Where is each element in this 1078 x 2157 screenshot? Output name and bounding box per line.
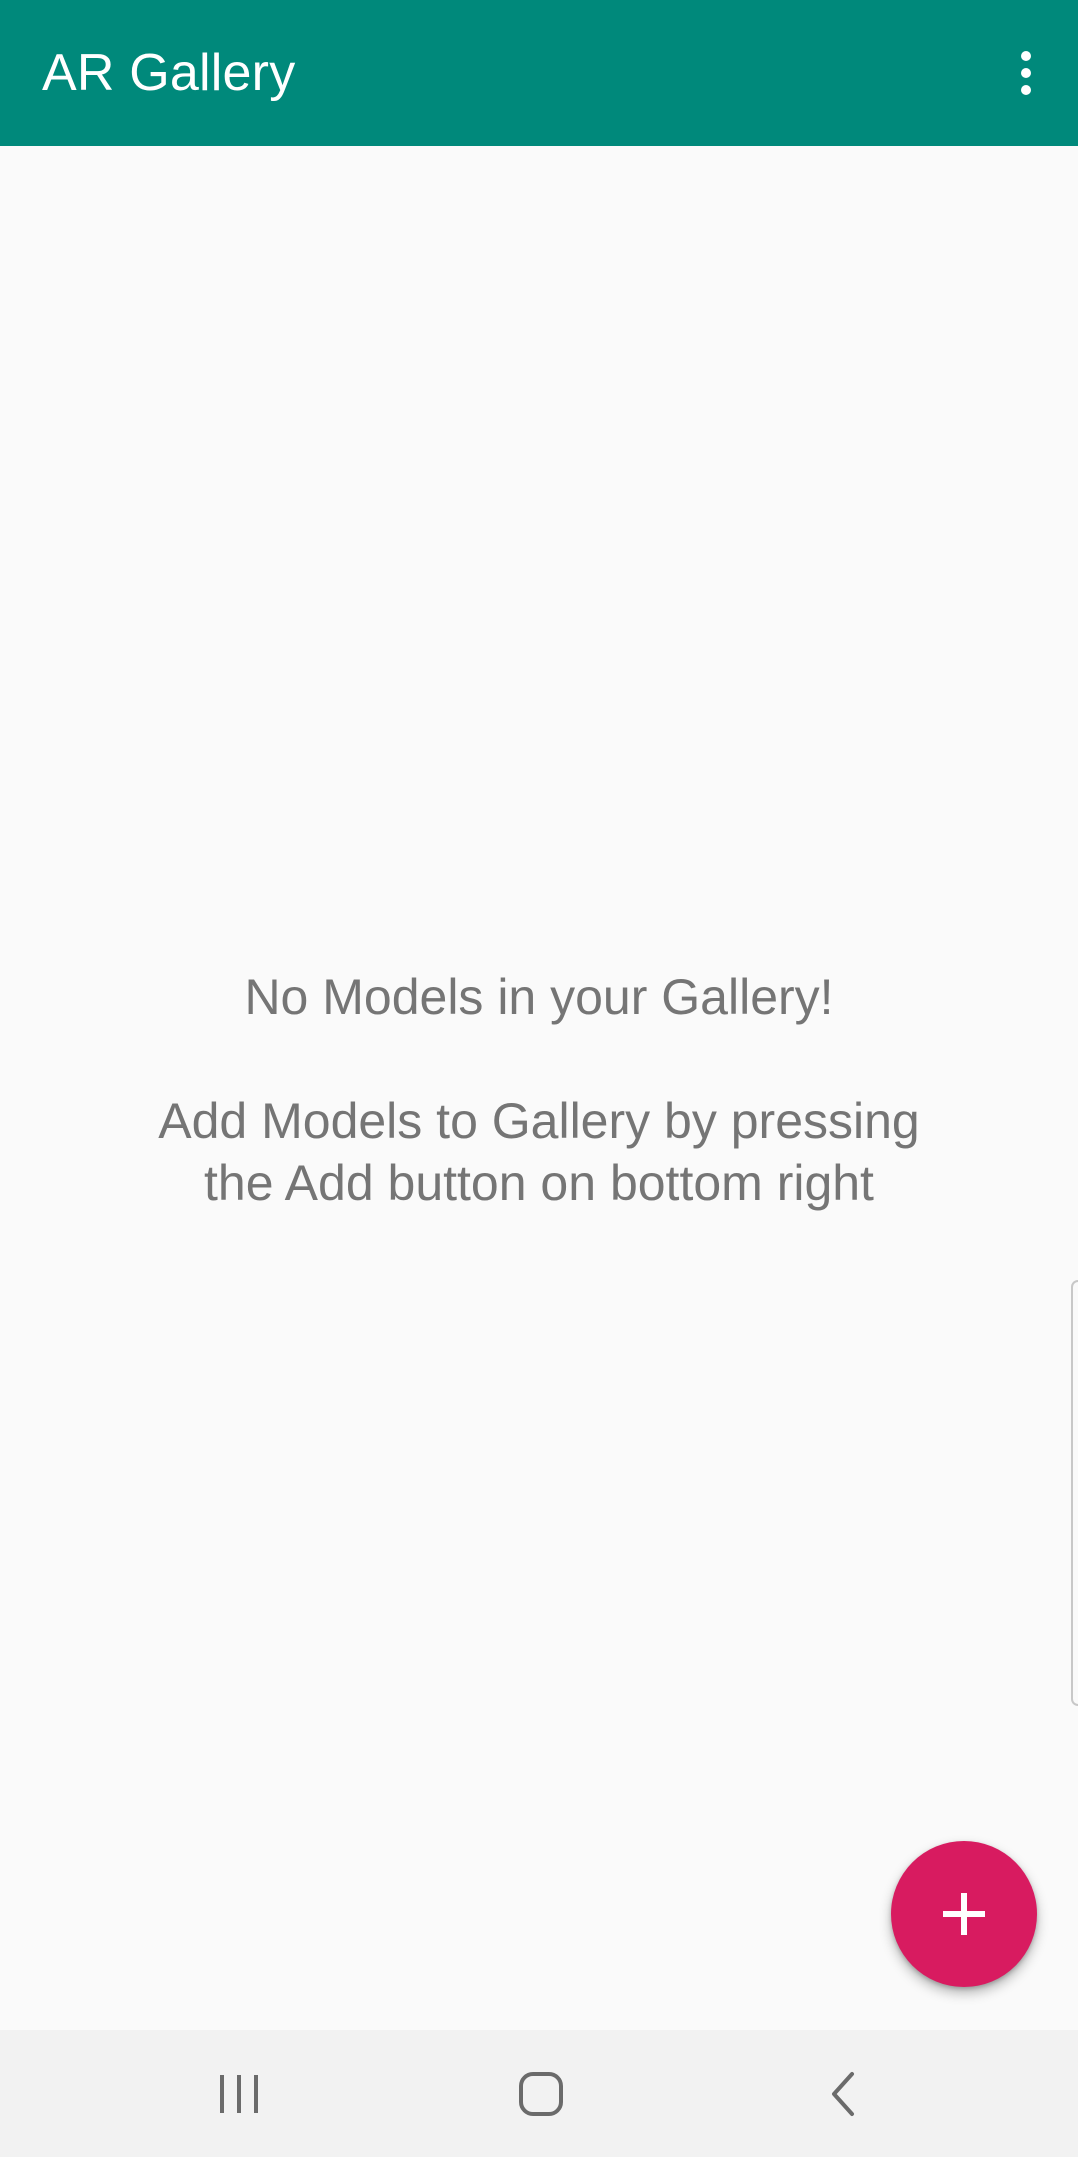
add-model-button[interactable] [891, 1841, 1037, 1987]
back-icon [832, 2071, 854, 2116]
recents-button[interactable] [179, 2030, 299, 2157]
home-icon [519, 2071, 563, 2116]
gallery-content: No Models in your Gallery! Add Models to… [0, 146, 1078, 2030]
app-title: AR Gallery [42, 44, 296, 102]
app-bar: AR Gallery [0, 0, 1078, 146]
edge-panel-handle[interactable] [1071, 1280, 1078, 1706]
empty-state-hint: Add Models to Gallery by pressing the Ad… [0, 1090, 1078, 1214]
empty-state-hint-line-2: the Add button on bottom right [204, 1155, 874, 1211]
back-button[interactable] [784, 2030, 904, 2157]
plus-icon [943, 1893, 985, 1935]
empty-state-hint-line-1: Add Models to Gallery by pressing [158, 1093, 920, 1149]
app-screen: AR Gallery No Models in your Gallery! Ad… [0, 0, 1078, 2157]
more-vert-icon-dot [1021, 51, 1031, 61]
more-options-button[interactable] [996, 33, 1056, 113]
more-vert-icon-dot [1021, 68, 1031, 78]
recents-icon [220, 2074, 258, 2113]
empty-state-title: No Models in your Gallery! [244, 969, 834, 1025]
home-button[interactable] [481, 2030, 601, 2157]
system-navigation-bar [0, 2030, 1078, 2157]
more-vert-icon-dot [1021, 85, 1031, 95]
